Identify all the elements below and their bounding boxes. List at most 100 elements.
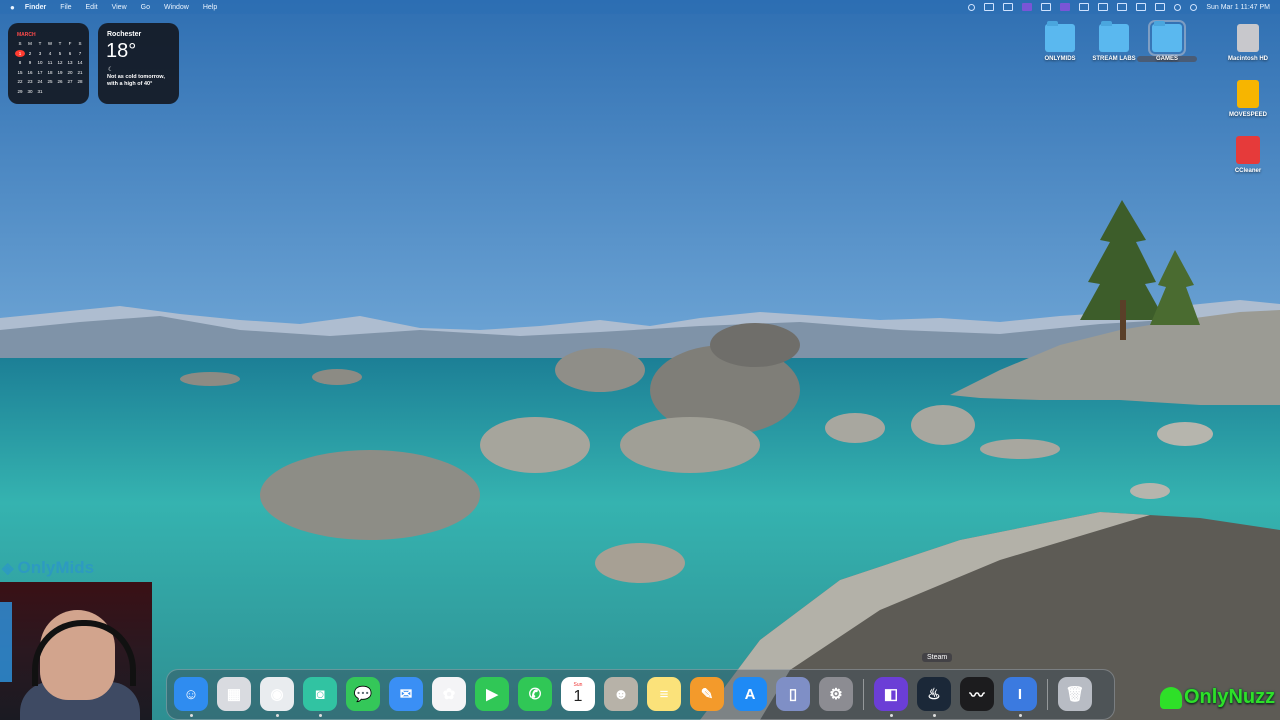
- dock-separator: [863, 679, 864, 710]
- desktop-icon-label: ONLYMIDS: [1044, 56, 1076, 62]
- mail-icon[interactable]: ✉: [389, 677, 423, 711]
- stream-brand-overlay: ◈ OnlyMids: [2, 558, 94, 578]
- calendar-weekday: F: [68, 41, 72, 46]
- status-wifi-icon[interactable]: [1117, 3, 1128, 11]
- calendar-month: MARCH: [17, 32, 36, 38]
- calendar-weekday: T: [58, 41, 62, 46]
- remote-icon[interactable]: ◧: [874, 677, 908, 711]
- calendar-day: 18: [47, 69, 53, 75]
- messages-icon[interactable]: 💬: [346, 677, 380, 711]
- calendar-day: 15: [17, 69, 23, 75]
- weather-temperature: 18°: [106, 40, 137, 62]
- running-indicator: [276, 714, 279, 717]
- status-control-center-icon[interactable]: [1155, 3, 1166, 11]
- menu-app-name[interactable]: Finder: [25, 4, 46, 11]
- menubar-clock[interactable]: Sun Mar 1 11:47 PM: [1206, 4, 1270, 11]
- calendar-weekday: W: [47, 41, 53, 46]
- desktop-folder-stream-labs[interactable]: STREAM LABS: [1084, 21, 1144, 62]
- calendar-grid: S M T W T F S 1 2 3 4 5 6 7 8 9 10 11 12 13 14 15 16 17 18 19 20 21…: [15, 40, 85, 95]
- status-battery-icon[interactable]: [1079, 3, 1090, 11]
- calendar-day: 8: [18, 60, 22, 65]
- weather-city: Rochester: [107, 31, 142, 38]
- menu-help[interactable]: Help: [203, 4, 217, 11]
- desktop-icon-label: GAMES: [1137, 56, 1197, 62]
- calendar-day: 25: [47, 79, 53, 84]
- status-extension-icon[interactable]: [968, 3, 976, 11]
- weather-widget[interactable]: Rochester 18° ☾ Not as cold tomorrow, wi…: [98, 23, 179, 104]
- desktop-icon-label: MOVESPEED: [1228, 112, 1267, 118]
- pages-icon[interactable]: ✎: [690, 677, 724, 711]
- menu-file[interactable]: File: [60, 4, 71, 11]
- facetime-icon[interactable]: ▶: [475, 677, 509, 711]
- calendar-day: 11: [47, 60, 53, 65]
- activity-monitor-icon[interactable]: 〰: [960, 677, 994, 711]
- ccleaner-icon: [1236, 136, 1260, 164]
- keynote-icon[interactable]: I: [1003, 677, 1037, 711]
- calendar-day: 20: [67, 69, 73, 75]
- streamlabs-icon[interactable]: ◙: [303, 677, 337, 711]
- status-screen-record-icon[interactable]: [1022, 3, 1033, 11]
- weather-forecast: Not as cold tomorrow, with a high of 40°: [107, 74, 165, 87]
- chrome-icon[interactable]: ◉: [260, 677, 294, 711]
- dock: ☺ ▦ ◉ ◙ 💬 ✉ ✿ ▶ ✆ Sun 1 ☻ ≡ ✎ A ▯ ⚙ ◧ ♨ 〰 I 🗑: [166, 669, 1115, 720]
- status-search-icon[interactable]: [1098, 3, 1109, 11]
- calendar-day: 4: [48, 50, 52, 56]
- brand-logo-icon: ◈: [2, 560, 14, 577]
- calendar-day: 30: [27, 88, 33, 94]
- finder-icon[interactable]: ☺: [174, 677, 208, 711]
- photos-icon[interactable]: ✿: [432, 677, 466, 711]
- trash-icon[interactable]: 🗑: [1058, 677, 1092, 711]
- calendar-day: 5: [58, 50, 62, 56]
- desktop-folder-onlymids[interactable]: ONLYMIDS: [1030, 21, 1090, 62]
- calendar-day: 22: [17, 79, 23, 84]
- desktop-folder-games[interactable]: GAMES: [1137, 20, 1197, 62]
- contacts-icon[interactable]: ☻: [604, 677, 638, 711]
- launchpad-icon[interactable]: ▦: [217, 677, 251, 711]
- status-location-icon[interactable]: [1003, 3, 1014, 11]
- status-user-icon[interactable]: [1190, 3, 1198, 11]
- calendar-day: 21: [77, 69, 83, 75]
- folder-icon: [1099, 21, 1129, 52]
- calendar-day: 9: [28, 60, 32, 65]
- status-volume-icon[interactable]: [1136, 3, 1147, 11]
- desktop-icon-label: STREAM LABS: [1092, 56, 1136, 62]
- menu-view[interactable]: View: [112, 4, 127, 11]
- settings-icon[interactable]: ⚙: [819, 677, 853, 711]
- calendar-day: 27: [67, 79, 73, 84]
- status-mirroring-icon[interactable]: [1060, 3, 1071, 11]
- calendar-day: 10: [37, 60, 43, 65]
- desktop-macintosh-hd[interactable]: Macintosh HD: [1218, 24, 1278, 62]
- calendar-day: 19: [57, 69, 63, 75]
- weather-condition-icon: ☾: [108, 67, 114, 73]
- calendar-day: 6: [68, 50, 72, 56]
- status-area: Sun Mar 1 11:47 PM: [968, 0, 1270, 14]
- calendar-widget[interactable]: MARCH S M T W T F S 1 2 3 4 5 6 7 8 9 10 11 12 13 14 15 16 17 18…: [8, 23, 89, 104]
- calendar-day: 28: [77, 79, 83, 84]
- calendar-day: 29: [17, 88, 23, 94]
- iphone-mirroring-icon[interactable]: ▯: [776, 677, 810, 711]
- calendar-icon[interactable]: Sun 1: [561, 677, 595, 711]
- folder-icon: [1148, 20, 1186, 56]
- desktop-movespeed[interactable]: MOVESPEED: [1218, 80, 1278, 118]
- calendar-day: 1: [15, 49, 25, 57]
- calendar-day: 14: [77, 60, 83, 65]
- steam-icon[interactable]: ♨: [917, 677, 951, 711]
- status-siri-icon[interactable]: [1174, 3, 1182, 11]
- menu-window[interactable]: Window: [164, 4, 189, 11]
- calendar-weekday: S: [18, 41, 22, 46]
- appstore-icon[interactable]: A: [733, 677, 767, 711]
- desktop-ccleaner[interactable]: CCleaner: [1218, 136, 1278, 174]
- notes-icon[interactable]: ≡: [647, 677, 681, 711]
- desktop-wallpaper: [0, 0, 1280, 720]
- apple-menu-icon[interactable]: ●: [10, 3, 15, 12]
- calendar-weekday: M: [28, 41, 32, 46]
- running-indicator: [933, 714, 936, 717]
- menu-go[interactable]: Go: [141, 4, 150, 11]
- dock-tooltip: Steam: [922, 653, 953, 662]
- calendar-day: 12: [57, 60, 63, 65]
- menu-edit[interactable]: Edit: [86, 4, 98, 11]
- status-rocket-icon[interactable]: [984, 3, 995, 11]
- status-display-icon[interactable]: [1041, 3, 1052, 11]
- phone-icon[interactable]: ✆: [518, 677, 552, 711]
- calendar-day: 31: [37, 88, 43, 94]
